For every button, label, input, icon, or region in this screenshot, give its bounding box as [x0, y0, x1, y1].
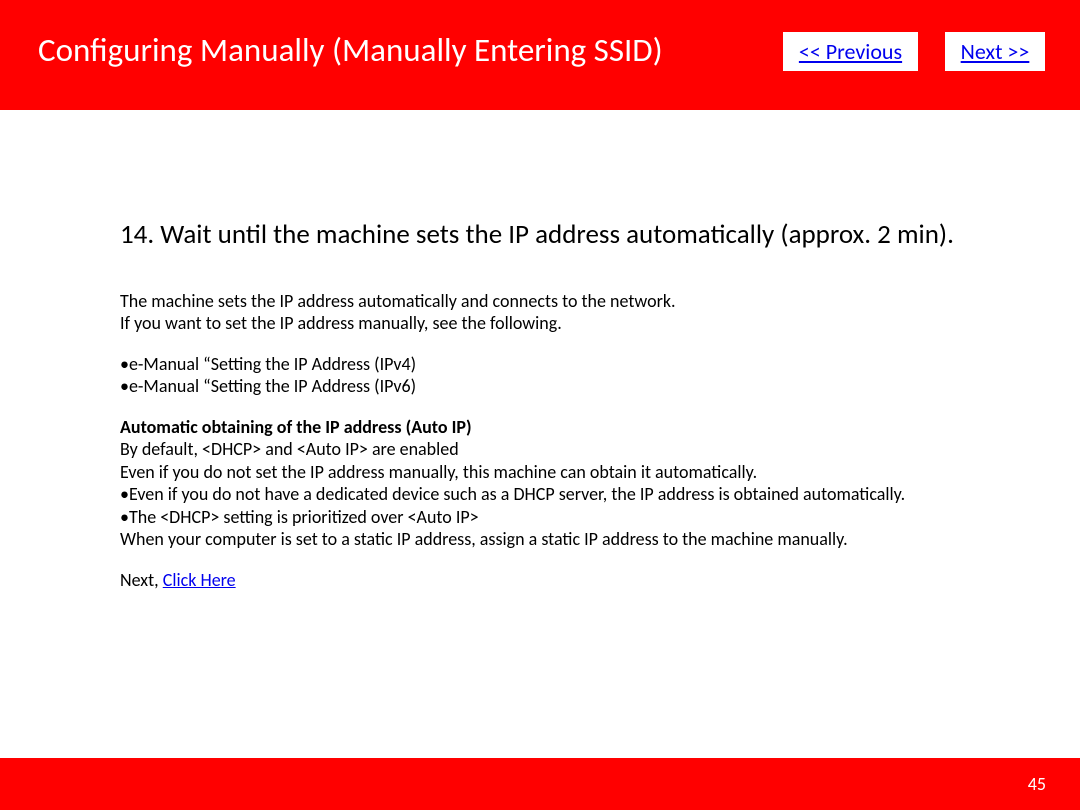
auto-ip-line-3: •Even if you do not have a dedicated dev…: [120, 483, 960, 506]
step-heading: 14. Wait until the machine sets the IP a…: [120, 218, 960, 252]
page-number: 45: [1028, 773, 1046, 795]
page: Configuring Manually (Manually Entering …: [0, 0, 1080, 810]
intro-line-1: The machine sets the IP address automati…: [120, 290, 960, 313]
intro-line-2: If you want to set the IP address manual…: [120, 312, 960, 335]
content-area: 14. Wait until the machine sets the IP a…: [0, 110, 1080, 758]
auto-ip-line-1: By default, <DHCP> and <Auto IP> are ena…: [120, 438, 960, 461]
next-button[interactable]: Next >>: [945, 32, 1045, 71]
body-text: The machine sets the IP address automati…: [120, 290, 960, 592]
reference-ipv4: •e-Manual “Setting the IP Address (IPv4): [120, 353, 960, 376]
previous-button[interactable]: << Previous: [783, 32, 918, 71]
auto-ip-line-5: When your computer is set to a static IP…: [120, 528, 960, 551]
next-prefix: Next,: [120, 569, 163, 591]
sub-heading: Automatic obtaining of the IP address (A…: [120, 416, 960, 439]
page-title: Configuring Manually (Manually Entering …: [38, 30, 663, 70]
next-line: Next, Click Here: [120, 569, 960, 592]
auto-ip-line-2: Even if you do not set the IP address ma…: [120, 461, 960, 484]
auto-ip-line-4: •The <DHCP> setting is prioritized over …: [120, 506, 960, 529]
footer-bar: 45: [0, 758, 1080, 810]
click-here-link[interactable]: Click Here: [163, 569, 236, 591]
reference-ipv6: •e-Manual “Setting the IP Address (IPv6): [120, 375, 960, 398]
header-bar: Configuring Manually (Manually Entering …: [0, 0, 1080, 110]
